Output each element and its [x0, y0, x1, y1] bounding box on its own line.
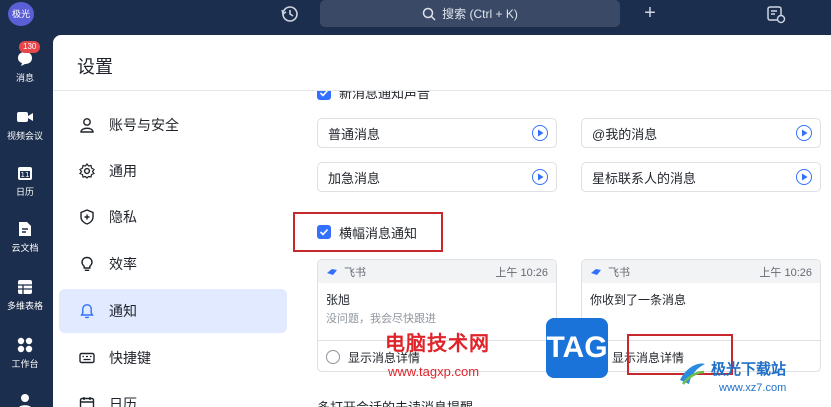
video-icon [17, 112, 33, 122]
nav-item-privacy[interactable]: 隐私 [59, 195, 287, 239]
preview-title: 你收到了一条消息 [590, 293, 687, 307]
rail-label: 视频会议 [6, 131, 43, 141]
rail-item-workplace[interactable]: 工作台 [0, 336, 50, 370]
sound-starred[interactable]: 星标联系人的消息 [581, 162, 821, 192]
search-icon [422, 7, 436, 21]
watermark-brand-logo: 极光下载站 www.xz7.com [673, 352, 831, 407]
calendar-icon [79, 397, 95, 407]
watermark-site-name: 电脑技术网 [385, 333, 490, 355]
preview-time: 上午 10:26 [495, 266, 548, 279]
title-bar: 极光 搜索 (Ctrl + K) + [0, 0, 831, 28]
sound-label: 星标联系人的消息 [592, 170, 697, 186]
preview-title: 张旭 [326, 293, 351, 307]
table-icon [18, 280, 32, 294]
nav-item-efficiency[interactable]: 效率 [59, 242, 287, 286]
sound-urgent[interactable]: 加急消息 [317, 162, 557, 192]
new-msg-sound-option[interactable]: 新消息通知声音 [317, 91, 430, 102]
nav-label: 隐私 [109, 209, 137, 225]
preview-time: 上午 10:26 [759, 266, 812, 279]
bulb-icon [81, 256, 93, 271]
svg-text:11: 11 [21, 171, 30, 179]
play-icon[interactable] [796, 125, 812, 141]
bell-icon [80, 304, 94, 319]
nav-item-notifications[interactable]: 通知 [59, 289, 287, 333]
avatar[interactable]: 极光 [8, 2, 34, 26]
sound-label: @我的消息 [592, 126, 658, 142]
nav-label: 快捷键 [109, 350, 151, 366]
sound-label: 普通消息 [328, 126, 381, 142]
preview-app-name: 飞书 [608, 266, 630, 279]
checkbox[interactable] [317, 225, 331, 239]
search-placeholder: 搜索 (Ctrl + K) [442, 7, 518, 21]
preview-subtitle: 没问题，我会尽快跟进 [326, 313, 436, 325]
swoosh-icon [680, 363, 705, 385]
nav-label: 通知 [109, 303, 137, 319]
nav-label: 通用 [109, 163, 137, 179]
option-label: 横幅消息通知 [339, 225, 418, 241]
rail-item-video[interactable]: 视频会议 [0, 108, 50, 142]
contacts-icon [19, 394, 31, 407]
rail-label: 消息 [15, 73, 34, 83]
settings-nav: 账号与安全 通用 隐私 效率 通知 快捷键 日历 [53, 91, 293, 407]
nav-label: 日历 [109, 396, 137, 407]
nav-label: 账号与安全 [109, 117, 179, 133]
rail-label: 云文档 [11, 243, 39, 253]
play-icon[interactable] [796, 169, 812, 185]
rail-item-contacts[interactable] [0, 392, 50, 407]
sound-normal[interactable]: 普通消息 [317, 118, 557, 148]
rail-label: 日历 [15, 187, 34, 197]
rail-item-docs[interactable]: 云文档 [0, 220, 50, 254]
feishu-logo-icon [591, 268, 601, 275]
rail-item-calendar[interactable]: 11 日历 [0, 164, 50, 198]
shield-icon [80, 209, 94, 225]
preview-header: 飞书 上午 10:26 [582, 260, 820, 283]
plus-icon[interactable]: + [640, 3, 660, 23]
unread-badge: 130 [19, 41, 41, 53]
watermark-site-url: www.tagxp.com [388, 364, 480, 379]
apps-icon [17, 337, 33, 353]
play-icon[interactable] [532, 169, 548, 185]
rail-item-messages[interactable]: 130 消息 [0, 41, 50, 84]
calendar-icon: 11 [18, 167, 32, 180]
nav-item-account[interactable]: 账号与安全 [59, 103, 287, 147]
keyboard-icon [79, 352, 95, 364]
nav-item-shortcuts[interactable]: 快捷键 [59, 336, 287, 380]
option-label: 新消息通知声音 [339, 91, 431, 101]
watermark-tag-logo: TAG [546, 318, 608, 378]
app-rail: 130 消息 视频会议 11 日历 云文档 多维表格 工作台 [0, 28, 50, 407]
sound-mention[interactable]: @我的消息 [581, 118, 821, 148]
task-bell-icon[interactable] [765, 4, 787, 24]
preview-header: 飞书 上午 10:26 [318, 260, 556, 283]
watermark-logo-name: 极光下载站 [711, 361, 787, 378]
checkbox[interactable] [317, 91, 331, 100]
nav-label: 效率 [109, 256, 137, 272]
history-icon[interactable] [279, 4, 301, 24]
rail-label: 工作台 [11, 359, 39, 369]
sound-label: 加急消息 [328, 170, 381, 186]
feishu-logo-icon [327, 268, 337, 275]
watermark-logo-url: www.xz7.com [719, 382, 787, 394]
play-icon[interactable] [532, 125, 548, 141]
nav-item-general[interactable]: 通用 [59, 149, 287, 193]
preview-app-name: 飞书 [344, 266, 366, 279]
nav-item-calendar[interactable]: 日历 [59, 382, 287, 407]
search-bar[interactable]: 搜索 (Ctrl + K) [320, 0, 620, 27]
doc-icon [19, 222, 31, 236]
section-title: 多打开会话的未读消息提醒 [317, 397, 473, 407]
banner-notification-option[interactable]: 横幅消息通知 [293, 212, 443, 252]
rail-label: 多维表格 [6, 301, 43, 311]
radio[interactable] [326, 350, 340, 364]
rail-item-bitable[interactable]: 多维表格 [0, 278, 50, 312]
page-title: 设置 [77, 57, 113, 77]
gear-icon [79, 163, 95, 179]
user-icon [80, 118, 94, 133]
